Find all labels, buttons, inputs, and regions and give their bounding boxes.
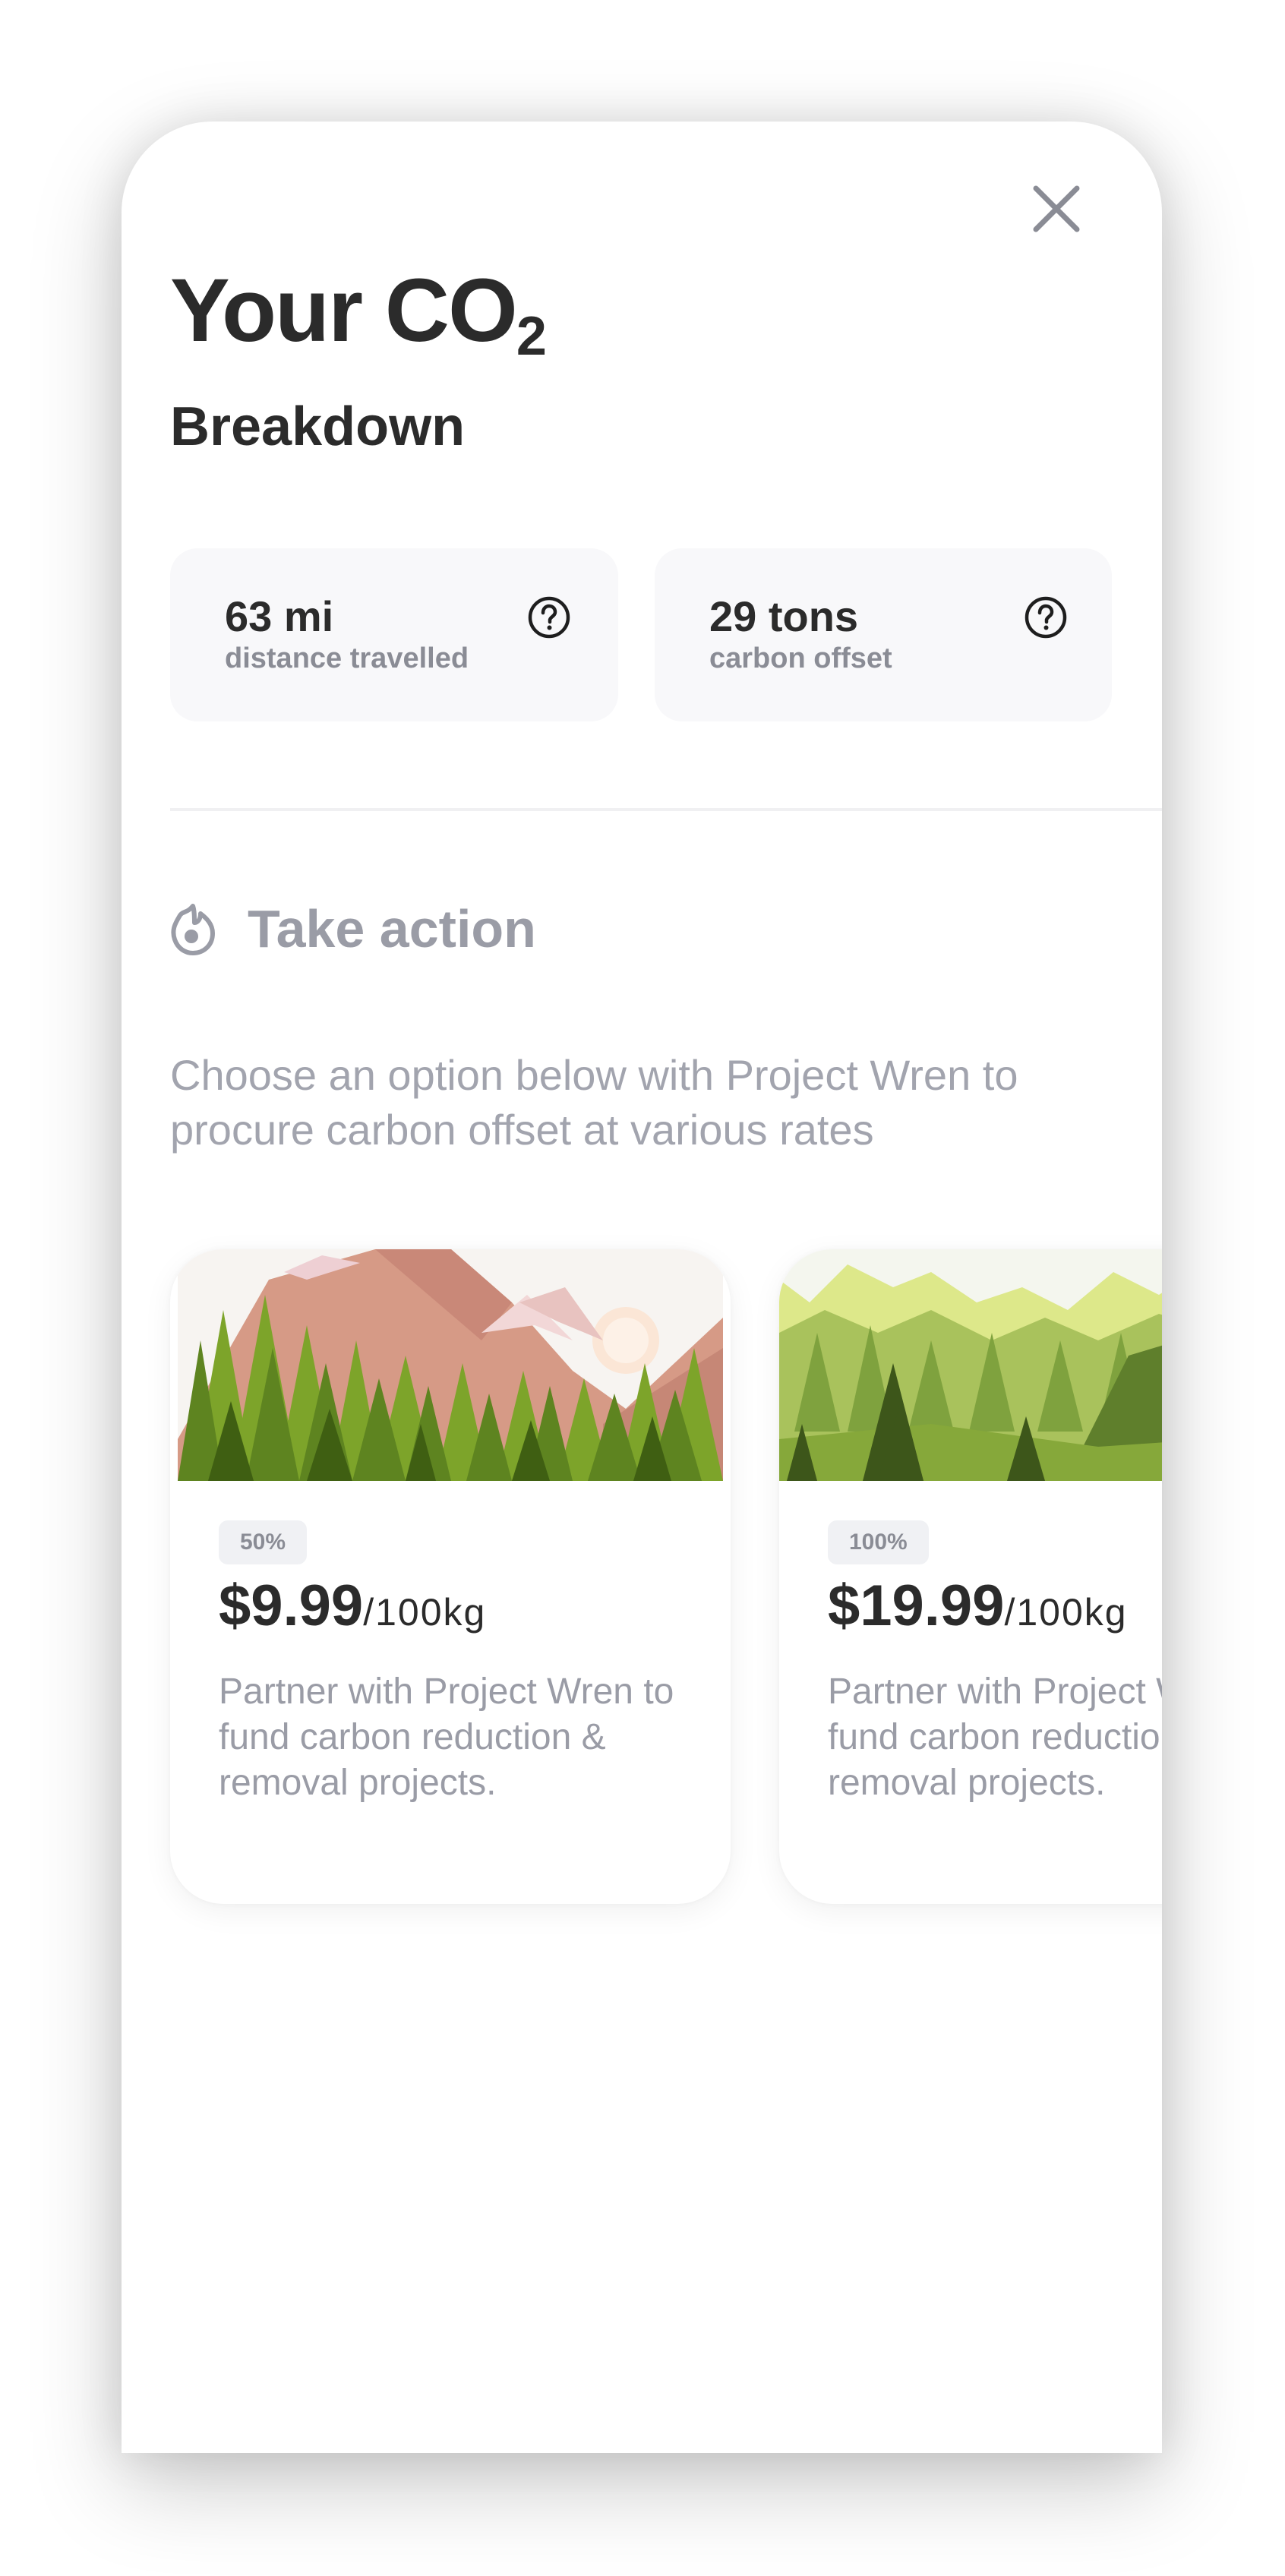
option-description: Partner with Project Wren to fund carbon… <box>219 1672 674 1803</box>
flame-icon <box>171 904 215 955</box>
stat-label: distance travelled <box>225 642 469 674</box>
offset-option-card[interactable]: 100% $19.99/100kg Partner with Project W… <box>779 1249 1162 1904</box>
percentage-badge: 50% <box>219 1520 308 1564</box>
section-title: Take action <box>248 899 536 958</box>
price-unit: /100kg <box>363 1591 487 1634</box>
stat-label: carbon offset <box>709 642 892 674</box>
page-subtitle: Breakdown <box>170 396 466 457</box>
help-icon[interactable] <box>1024 595 1068 639</box>
modal-sheet: Your CO2 Breakdown 63 mi distance travel… <box>122 122 1162 2453</box>
stat-card-offset: 29 tons carbon offset <box>655 548 1112 721</box>
percentage-badge: 100% <box>828 1520 929 1564</box>
mountain-forest-illustration <box>178 1249 723 1481</box>
title-text: Your CO <box>170 260 518 361</box>
stat-value: 29 tons <box>709 592 859 640</box>
offset-option-card[interactable]: 50% $9.99/100kg Partner with Project Wre… <box>170 1249 731 1904</box>
stat-card-distance: 63 mi distance travelled <box>170 548 618 721</box>
option-description: Partner with Project Wren to fund carbon… <box>828 1672 1162 1803</box>
hill-forest-illustration <box>779 1249 1162 1481</box>
section-description: Choose an option below with Project Wren… <box>170 1051 1018 1154</box>
price: $19.99 <box>828 1574 1005 1638</box>
section-divider <box>170 808 1162 811</box>
price-unit: /100kg <box>1004 1591 1128 1634</box>
take-action-header: Take action <box>164 900 536 958</box>
price-row: $9.99/100kg <box>219 1577 486 1635</box>
help-icon[interactable] <box>527 595 571 639</box>
title-subscript: 2 <box>516 306 547 367</box>
price-row: $19.99/100kg <box>828 1577 1128 1635</box>
stat-value: 63 mi <box>225 592 334 640</box>
page-title: Your CO2 <box>170 266 547 364</box>
price: $9.99 <box>219 1574 364 1638</box>
close-icon[interactable] <box>1024 176 1089 242</box>
